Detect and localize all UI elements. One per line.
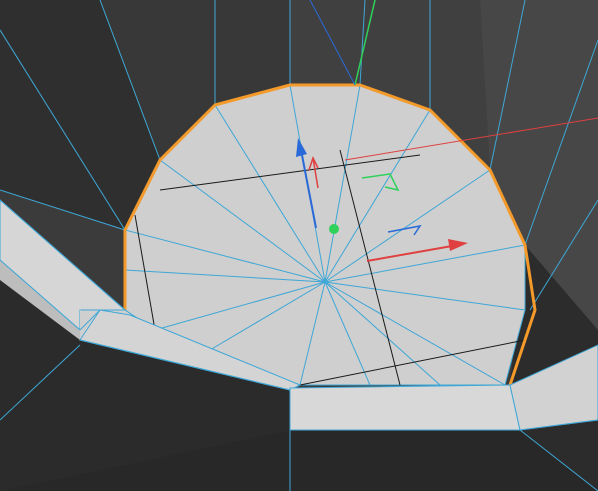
viewport-canvas[interactable] bbox=[0, 0, 598, 491]
3d-viewport[interactable] bbox=[0, 0, 598, 491]
move-gizmo-y-handle-icon[interactable] bbox=[329, 224, 339, 234]
